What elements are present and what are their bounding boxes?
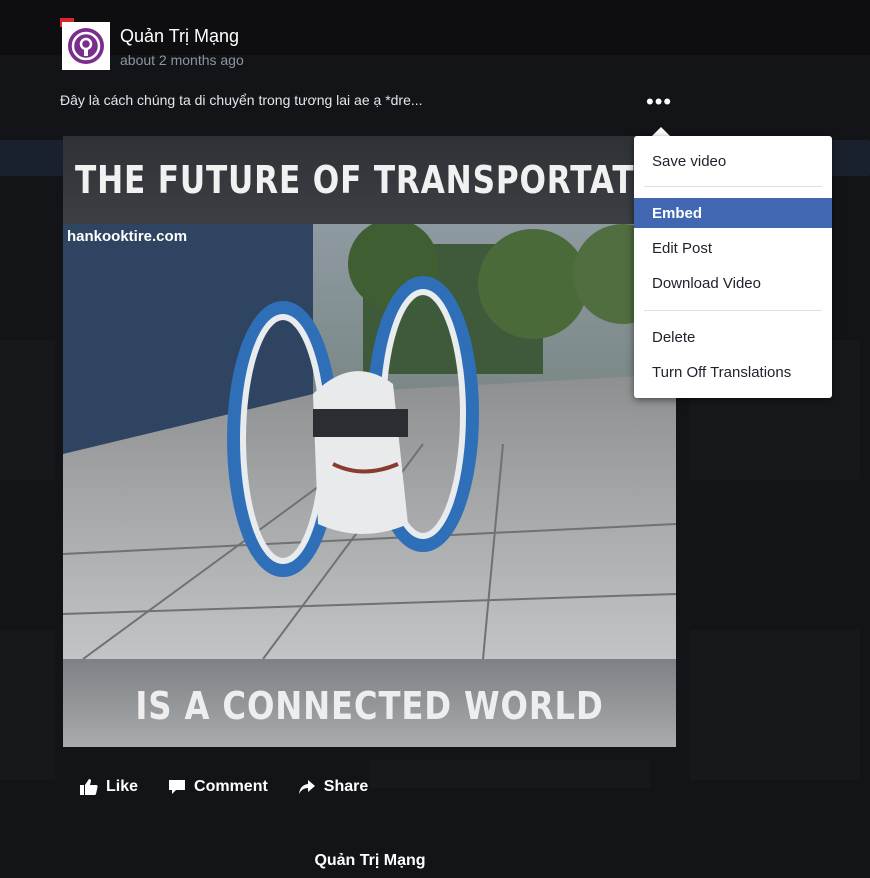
menu-item-download-video[interactable]: Download Video [634, 268, 832, 298]
comment-icon [169, 780, 186, 794]
video-caption-text: IS A CONNECTED WORLD [135, 684, 604, 728]
menu-divider [644, 186, 822, 187]
menu-item-edit-post[interactable]: Edit Post [634, 233, 832, 263]
comment-button[interactable]: Comment [168, 778, 268, 796]
menu-arrow [652, 127, 670, 136]
video-title-text: THE FUTURE OF TRANSPORTATIO [75, 158, 675, 202]
avatar-logo-icon [68, 28, 104, 64]
menu-item-delete[interactable]: Delete [634, 322, 832, 352]
avatar[interactable] [62, 22, 110, 70]
comment-label: Comment [194, 778, 268, 795]
share-icon [298, 780, 315, 794]
like-label: Like [106, 778, 139, 795]
post-time[interactable]: about 2 months ago [120, 52, 244, 68]
menu-item-turn-off-translations[interactable]: Turn Off Translations [634, 357, 832, 387]
video-frame [63, 224, 676, 659]
like-button[interactable]: Like [80, 778, 138, 796]
menu-item-save-video[interactable]: Save video [634, 146, 832, 176]
post-caption: Đây là cách chúng ta di chuyển trong tươ… [60, 92, 423, 108]
more-icon[interactable]: ••• [646, 91, 672, 113]
video-watermark: hankooktire.com [67, 228, 188, 245]
share-button[interactable]: Share [298, 778, 368, 796]
footer-author[interactable]: Quản Trị Mạng [0, 852, 740, 870]
like-icon [80, 779, 98, 795]
menu-divider [644, 310, 822, 311]
menu-item-embed[interactable]: Embed [634, 198, 832, 228]
post-actions: Like Comment Share [80, 778, 368, 796]
video-player[interactable]: THE FUTURE OF TRANSPORTATIO hankooktire.… [63, 136, 676, 747]
share-label: Share [323, 778, 369, 795]
post-author[interactable]: Quản Trị Mạng [120, 26, 239, 47]
post-options-menu: Save video Embed Edit Post Download Vide… [634, 136, 832, 398]
